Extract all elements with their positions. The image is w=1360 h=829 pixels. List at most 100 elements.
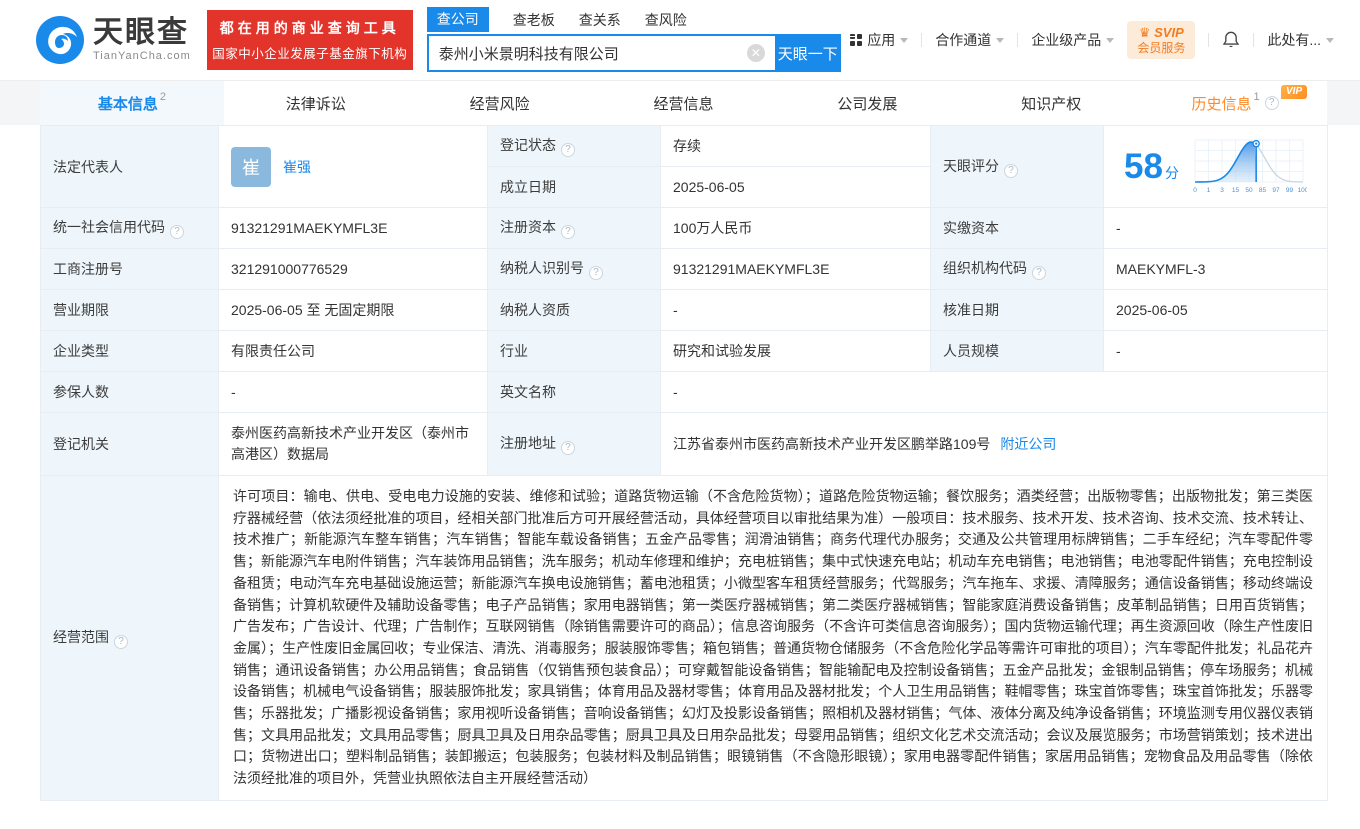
field-value-reg-authority: 泰州医药高新技术产业开发区（泰州市高港区）数据局 [219,413,488,476]
search-tab-boss[interactable]: 查老板 [513,10,555,32]
search-input[interactable] [427,34,775,72]
avatar[interactable]: 崔 [231,147,271,187]
search-button[interactable]: 天眼一下 [775,34,841,72]
tab-label: 历史信息 [1192,93,1252,114]
field-label-org-code: 组织机构代码 [931,249,1104,290]
tab-business-risk[interactable]: 经营风险 [408,81,592,125]
svg-text:99: 99 [1286,187,1294,194]
field-label-insured-count: 参保人数 [41,372,219,413]
help-icon[interactable] [561,441,575,455]
nav-enterprise[interactable]: 企业级产品 [1031,30,1114,50]
tab-label: 经营信息 [654,93,714,114]
tab-label: 知识产权 [1021,93,1081,114]
score-number: 58 [1124,147,1163,186]
field-value-company-type: 有限责任公司 [219,331,488,372]
tianyancha-logo[interactable]: 天眼查 TianYanCha.com [35,15,191,65]
svg-text:50: 50 [1245,187,1253,194]
svg-text:3: 3 [1220,187,1224,194]
help-icon[interactable] [1004,164,1018,178]
field-value-reg-number: 321291000776529 [219,249,488,290]
field-value-business-scope: 许可项目：输电、供电、受电电力设施的安装、维修和试验；道路货物运输（不含危险货物… [219,476,1328,801]
help-icon[interactable] [1265,96,1279,110]
field-label-industry: 行业 [488,331,661,372]
tab-count: 2 [160,91,166,103]
search-area: 查公司 查老板 查关系 查风险 ✕ 天眼一下 [427,8,841,72]
tab-company-development[interactable]: 公司发展 [775,81,959,125]
tab-business-info[interactable]: 经营信息 [592,81,776,125]
help-icon[interactable] [170,225,184,239]
help-icon[interactable] [561,225,575,239]
tab-legal-proceedings[interactable]: 法律诉讼 [224,81,408,125]
help-icon[interactable] [1032,266,1046,280]
tab-label: 基本信息 [98,93,158,114]
field-value-paid-capital: - [1104,208,1328,249]
legal-rep-link[interactable]: 崔强 [283,157,311,177]
field-value-legal-rep: 崔 崔强 [219,126,488,208]
brand-domain: TianYanCha.com [93,51,191,62]
nav-enterprise-label: 企业级产品 [1031,30,1101,50]
tabbar-wrap: 基本信息2 法律诉讼 经营风险 经营信息 公司发展 知识产权 VIP 历史信息1 [0,80,1360,125]
search-tab-risk[interactable]: 查风险 [645,10,687,32]
svip-member-badge[interactable]: ♛ SVIP 会员服务 [1127,21,1195,59]
clear-search-icon[interactable]: ✕ [747,44,765,62]
tab-intellectual-property[interactable]: 知识产权 [959,81,1143,125]
address-text: 江苏省泰州市医药高新技术产业开发区鹏举路109号 [673,434,990,454]
field-label-legal-rep: 法定代表人 [41,126,219,208]
field-label-paid-capital: 实缴资本 [931,208,1104,249]
chevron-down-icon [1106,38,1114,43]
field-value-reg-status: 存续 [661,126,931,167]
tab-history-info[interactable]: VIP 历史信息1 [1143,81,1327,125]
search-tab-relation[interactable]: 查关系 [579,10,621,32]
field-label-biz-term: 营业期限 [41,290,219,331]
field-label-reg-address: 注册地址 [488,413,661,476]
field-label-staff-size: 人员规模 [931,331,1104,372]
divider [1253,33,1254,47]
nav-more[interactable]: 此处有... [1267,30,1334,50]
field-value-approval-date: 2025-06-05 [1104,290,1328,331]
nav-apps-label: 应用 [867,30,895,50]
nav-cooperation[interactable]: 合作通道 [935,30,1004,50]
svip-sublabel: 会员服务 [1137,41,1185,55]
field-label-business-scope: 经营范围 [41,476,219,801]
field-label-uscc: 统一社会信用代码 [41,208,219,249]
help-icon[interactable] [114,635,128,649]
tab-basic-info[interactable]: 基本信息2 [40,81,224,125]
promo-line1: 都在用的商业查询工具 [220,18,400,38]
field-value-reg-address: 江苏省泰州市医药高新技术产业开发区鹏举路109号 附近公司 [661,413,1328,476]
field-value-biz-term: 2025-06-05 至 无固定期限 [219,290,488,331]
help-icon[interactable] [589,266,603,280]
promo-line2: 国家中小企业发展子基金旗下机构 [212,43,407,62]
svg-text:97: 97 [1272,187,1280,194]
chevron-down-icon [996,38,1004,43]
field-label-reg-status: 登记状态 [488,126,661,167]
nav-cooperation-label: 合作通道 [935,30,991,50]
chevron-down-icon [1326,38,1334,43]
chevron-down-icon [900,38,908,43]
tab-count: 1 [1254,91,1260,103]
nav-apps[interactable]: 应用 [850,30,908,50]
svg-text:100: 100 [1298,187,1307,194]
field-label-reg-authority: 登记机关 [41,413,219,476]
field-value-est-date: 2025-06-05 [661,167,931,208]
svg-text:85: 85 [1259,187,1267,194]
score-chart: 0131550859799100 [1189,138,1307,196]
field-value-uscc: 91321291MAEKYMFL3E [219,208,488,249]
score-unit: 分 [1165,165,1179,181]
field-label-taxpayer-id: 纳税人识别号 [488,249,661,290]
help-icon[interactable] [561,143,575,157]
field-value-english-name: - [661,372,1328,413]
logo-swirl-icon [35,15,85,65]
notification-bell-icon[interactable] [1222,31,1240,49]
company-info-table: 法定代表人 崔 崔强 登记状态 存续 天眼评分 58分 013155085979… [40,125,1328,801]
field-value-insured-count: - [219,372,488,413]
field-label-est-date: 成立日期 [488,167,661,208]
search-tabs: 查公司 查老板 查关系 查风险 [427,8,841,32]
field-value-org-code: MAEKYMFL-3 [1104,249,1328,290]
field-value-taxpayer-id: 91321291MAEKYMFL3E [661,249,931,290]
divider [1208,33,1209,47]
search-tab-company[interactable]: 查公司 [427,7,489,32]
nearby-companies-link[interactable]: 附近公司 [1000,434,1056,454]
svg-text:0: 0 [1193,187,1197,194]
field-value-reg-capital: 100万人民币 [661,208,931,249]
page-tabs: 基本信息2 法律诉讼 经营风险 经营信息 公司发展 知识产权 VIP 历史信息1 [40,81,1327,125]
